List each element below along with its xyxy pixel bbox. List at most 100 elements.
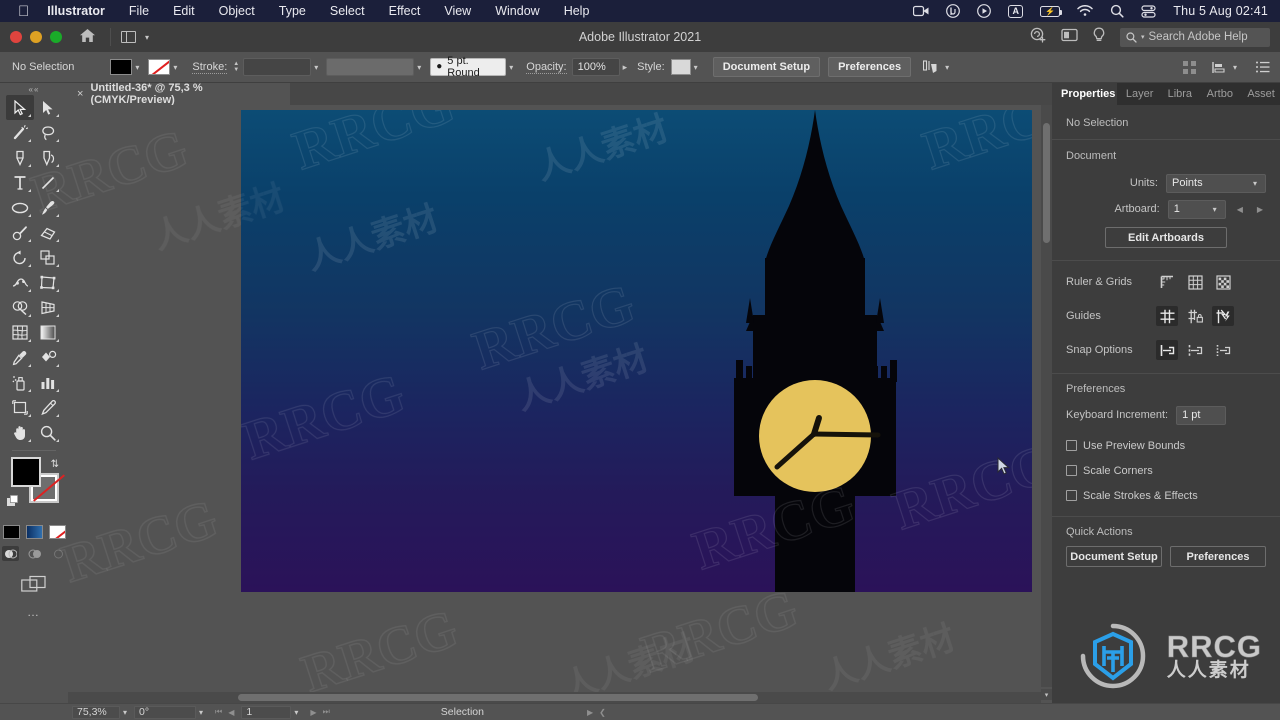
direct-selection-tool[interactable] [34,95,62,120]
status-menu-icon[interactable]: ▶ [584,708,596,717]
color-swatch-button[interactable] [2,525,20,539]
tab-properties[interactable]: Properties [1052,83,1117,105]
quick-preferences-button[interactable]: Preferences [1170,546,1266,567]
width-tool[interactable] [6,270,34,295]
chevron-down-icon[interactable]: ▾ [294,708,298,717]
tab-artboards[interactable]: Artbo [1198,83,1239,105]
utorrent-icon[interactable] [946,4,961,18]
close-icon[interactable]: × [77,88,83,100]
artboard-number-field[interactable]: 1 [241,705,292,719]
menu-item-object[interactable]: Object [219,4,255,18]
artboard-select[interactable]: 1 ▾ [1167,199,1226,219]
eraser-tool[interactable] [34,220,62,245]
menu-item-window[interactable]: Window [495,4,539,18]
mesh-tool[interactable] [6,320,34,345]
curvature-tool[interactable] [34,145,62,170]
eyedropper-tool[interactable] [6,345,34,370]
edit-artboards-button[interactable]: Edit Artboards [1105,227,1227,248]
first-artboard-icon[interactable]: ⏮ [212,707,225,717]
menu-item-select[interactable]: Select [330,4,365,18]
show-grid-icon[interactable] [1184,272,1206,292]
fill-swatch-black[interactable] [11,457,41,487]
prev-artboard-icon[interactable]: ◀ [225,708,237,717]
paintbrush-tool[interactable] [34,195,62,220]
chevron-down-icon[interactable]: ▾ [694,63,698,72]
menu-item-type[interactable]: Type [279,4,306,18]
menu-item-file[interactable]: File [129,4,149,18]
magic-wand-tool[interactable] [6,120,34,145]
column-graph-tool[interactable] [34,370,62,395]
draw-inside-icon[interactable] [50,546,67,561]
draw-behind-icon[interactable] [26,546,43,561]
input-source-A-icon[interactable]: A [1008,4,1024,18]
slice-tool[interactable] [34,395,62,420]
symbol-sprayer-tool[interactable] [6,370,34,395]
edit-toolbar-icon[interactable]: … [0,605,68,619]
arrange-documents-button[interactable]: ▾ [121,31,152,43]
blend-tool[interactable] [34,345,62,370]
opacity-field[interactable]: 100% [571,58,620,76]
menu-item-effect[interactable]: Effect [389,4,421,18]
maximize-window-button[interactable] [50,31,62,43]
menu-item-view[interactable]: View [444,4,471,18]
artboard-tool[interactable] [6,395,34,420]
next-artboard-icon[interactable]: ▶ [1254,205,1266,214]
quick-document-setup-button[interactable]: Document Setup [1066,546,1162,567]
menu-bar-clock[interactable]: Thu 5 Aug 02:41 [1173,4,1268,18]
scroll-down-arrow-icon[interactable]: ▾ [1041,689,1052,700]
canvas-horizontal-scrollbar[interactable] [68,692,1041,703]
wifi-icon[interactable] [1077,5,1093,17]
chevron-down-icon[interactable]: ▾ [314,63,318,72]
scrollbar-thumb[interactable] [238,694,758,701]
opacity-options-icon[interactable]: ▸ [623,62,628,73]
menu-item-edit[interactable]: Edit [173,4,195,18]
pen-tool[interactable] [6,145,34,170]
snap-to-point-icon[interactable] [1156,340,1178,360]
ellipse-tool[interactable] [6,195,34,220]
shaper-tool[interactable] [6,220,34,245]
draw-normal-icon[interactable] [1,546,19,561]
screen-mode-icon[interactable] [1061,28,1078,47]
document-setup-button[interactable]: Document Setup [712,57,821,77]
discover-bulb-icon[interactable] [1092,27,1106,48]
gradient-swatch-button[interactable] [25,525,43,539]
spotlight-search-icon[interactable] [1110,4,1124,18]
type-tool[interactable] [6,170,34,195]
chevron-down-icon[interactable]: ▾ [173,63,177,72]
canvas-area[interactable]: RRCG RRCG RRCG RRCG RRCG RRCG 人人素材 人人素材 … [68,105,1052,703]
battery-charging-icon[interactable]: ⚡ [1040,5,1063,17]
stroke-weight-field[interactable] [243,58,312,76]
perspective-grid-tool[interactable] [34,295,62,320]
preferences-button[interactable]: Preferences [828,57,912,77]
change-screen-mode-button[interactable] [0,575,68,593]
control-center-icon[interactable] [1141,4,1156,18]
rotate-tool[interactable] [6,245,34,270]
scrollbar-thumb[interactable] [1043,123,1050,243]
snap-to-pixel-icon[interactable] [1212,340,1234,360]
use-preview-bounds-row[interactable]: Use Preview Bounds [1066,435,1266,456]
chevron-down-icon[interactable]: ▾ [417,63,421,72]
align-selection-button[interactable]: ▾ [923,60,952,74]
lasso-tool[interactable] [34,120,62,145]
menu-item-illustrator[interactable]: Illustrator [47,4,105,18]
tab-layers[interactable]: Layer [1117,83,1159,105]
stroke-weight-stepper[interactable]: ▲ ▼ [233,61,239,73]
scale-strokes-effects-row[interactable]: Scale Strokes & Effects [1066,485,1266,506]
free-transform-tool[interactable] [34,270,62,295]
keyboard-increment-field[interactable]: 1 pt [1176,405,1227,425]
status-resize-icon[interactable]: ❮ [596,708,609,717]
document-tab[interactable]: × Untitled-36* @ 75,3 % (CMYK/Preview) [68,82,290,106]
toolbar-collapse-handle[interactable]: «« [0,83,68,95]
hand-tool[interactable] [6,420,34,445]
use-preview-bounds-checkbox[interactable] [1066,440,1077,451]
artboard[interactable]: RRCG RRCG RRCG RRCG RRCG RRCG 人人素材 人人素材 … [241,110,1032,592]
zoom-level-field[interactable]: 75,3% [72,705,120,719]
graphic-style-swatch[interactable] [670,59,691,75]
scale-strokes-effects-checkbox[interactable] [1066,490,1077,501]
cloud-user-icon[interactable] [1030,27,1047,48]
gradient-tool[interactable] [34,320,62,345]
next-artboard-icon[interactable]: ▶ [307,708,319,717]
grid-icon[interactable] [1182,60,1196,74]
units-select[interactable]: Points ▾ [1166,173,1266,193]
tab-libraries[interactable]: Libra [1159,83,1198,105]
